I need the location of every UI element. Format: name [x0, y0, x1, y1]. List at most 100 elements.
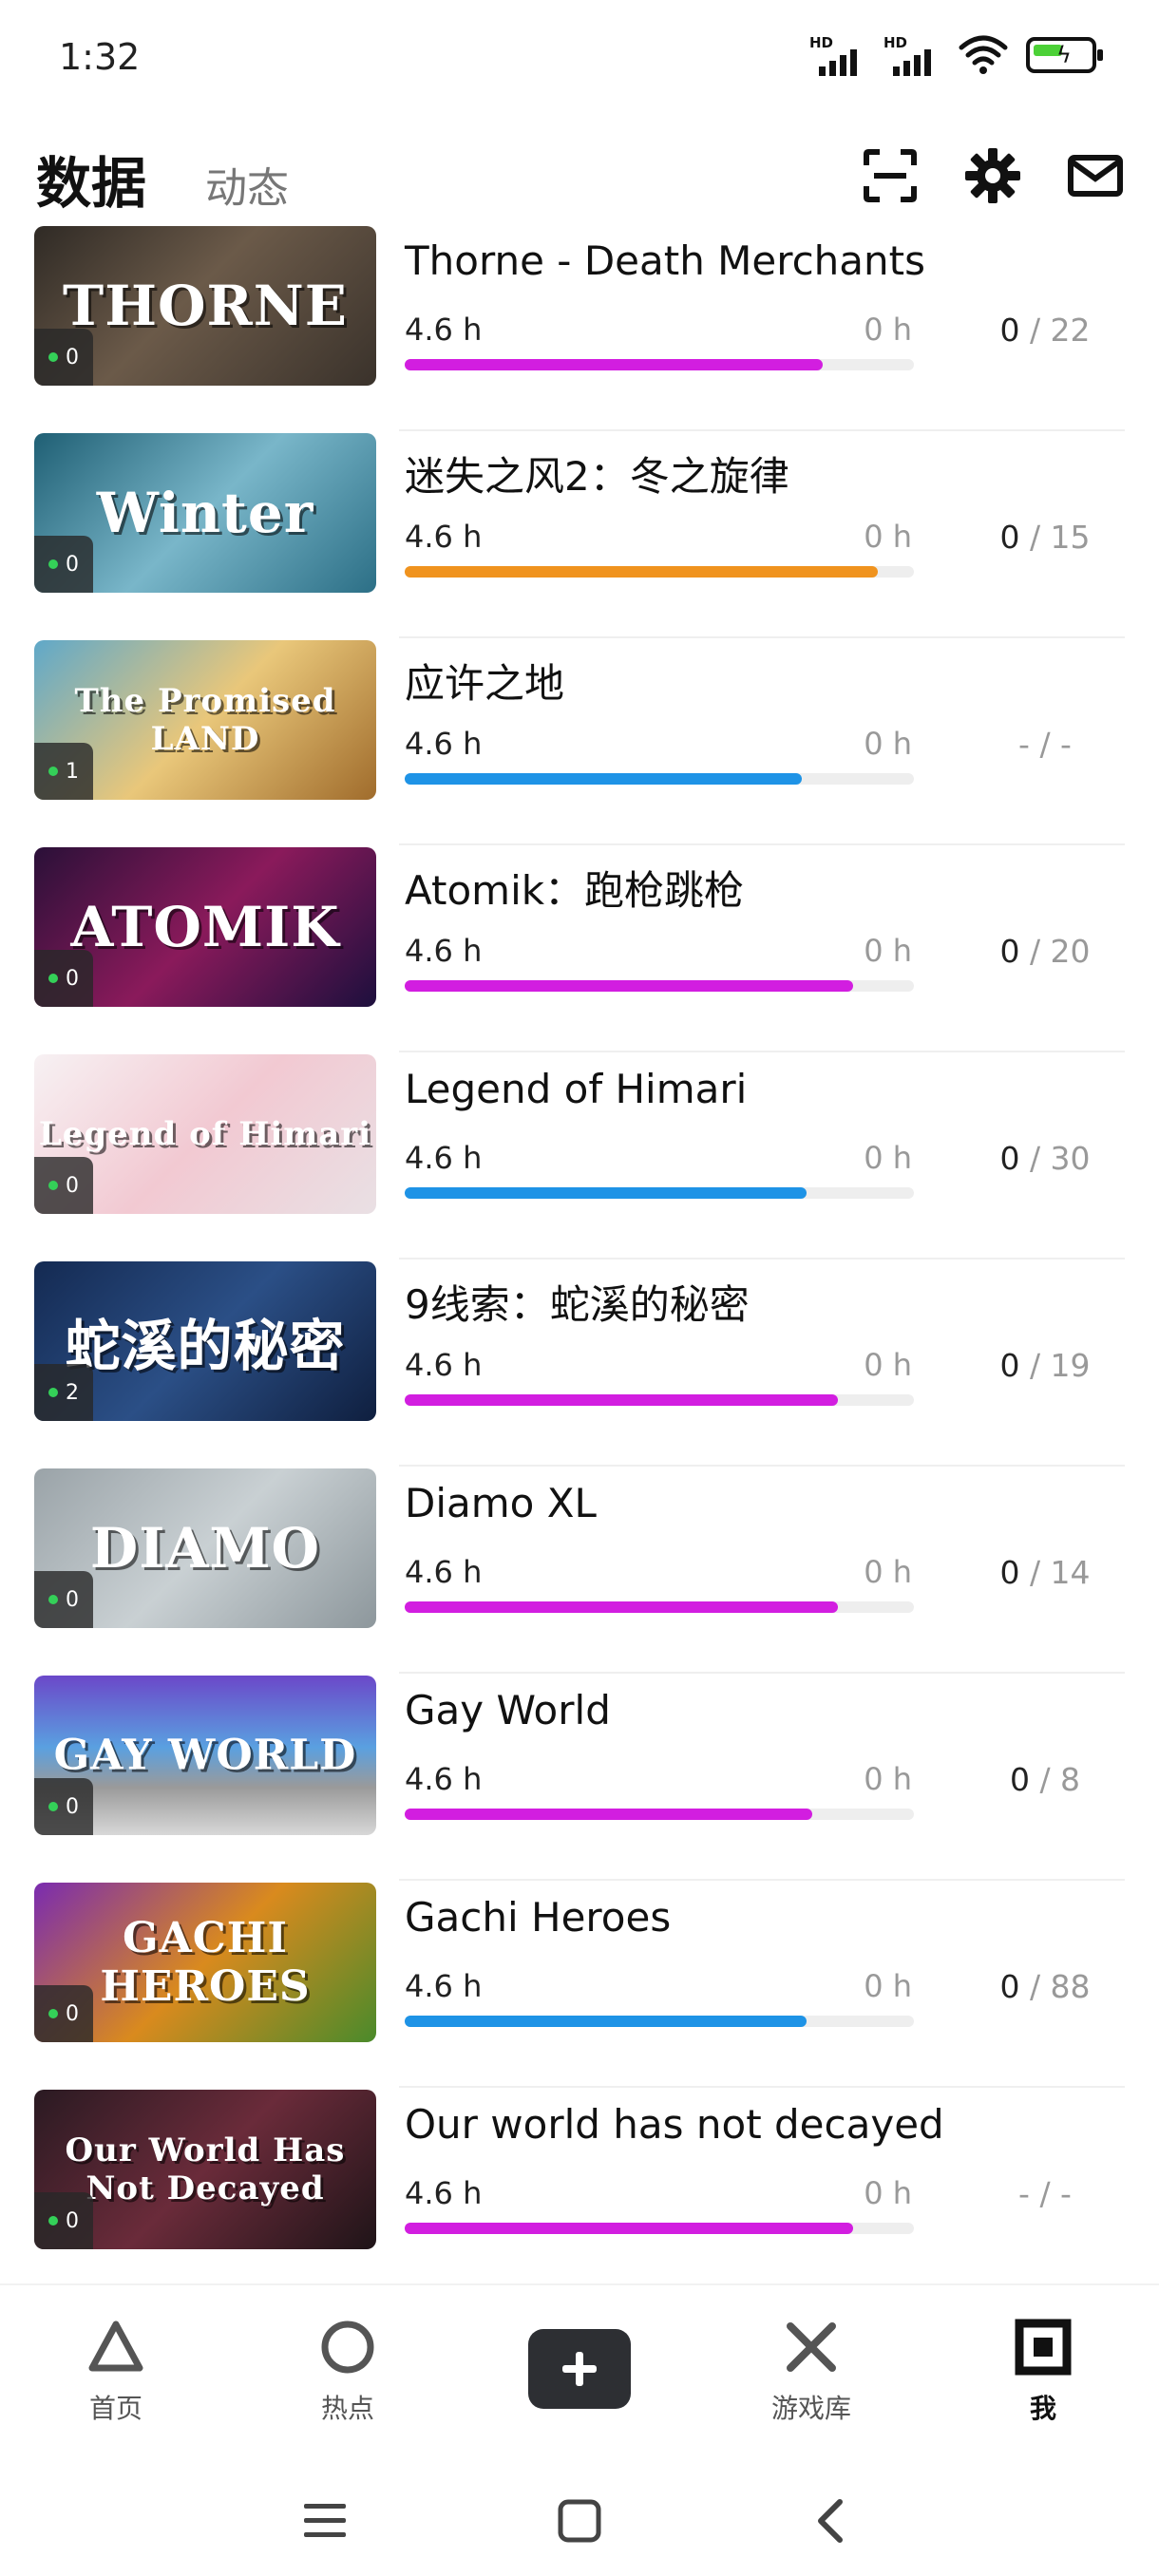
- home-square-icon[interactable]: [551, 2492, 608, 2549]
- achievement-total: / -: [1029, 726, 1072, 763]
- nav-hot[interactable]: 热点: [272, 2316, 424, 2426]
- game-row[interactable]: The Promised LAND 1 应许之地 4.6 h 0 h - / -: [0, 638, 1159, 845]
- playtime-progress-bar: [405, 773, 914, 785]
- game-thumbnail[interactable]: Legend of Himari 0: [34, 1054, 376, 1214]
- status-dot-icon: [48, 767, 58, 776]
- playtime-recent: 0 h: [864, 1347, 912, 1383]
- status-dot-icon: [48, 1802, 58, 1811]
- battery-icon: ϟ: [1026, 37, 1103, 73]
- back-icon[interactable]: [804, 2492, 861, 2549]
- achievement-count: 0 / 20: [960, 933, 1130, 970]
- game-row[interactable]: Legend of Himari 0 Legend of Himari 4.6 …: [0, 1052, 1159, 1260]
- game-title: 9线索：蛇溪的秘密: [405, 1281, 750, 1328]
- badge-count: 0: [66, 345, 79, 369]
- game-row[interactable]: DIAMO 0 Diamo XL 4.6 h 0 h 0 / 14: [0, 1467, 1159, 1674]
- playtime-progress-fill: [405, 2016, 808, 2027]
- playtime-recent: 0 h: [864, 933, 912, 969]
- game-thumbnail[interactable]: Winter 0: [34, 433, 376, 593]
- game-row[interactable]: THORNE 0 Thorne - Death Merchants 4.6 h …: [0, 224, 1159, 431]
- status-bar: 1:32 HD HD ϟ: [0, 0, 1159, 114]
- game-thumbnail[interactable]: THORNE 0: [34, 226, 376, 386]
- mail-icon[interactable]: [1066, 146, 1125, 205]
- nav-me[interactable]: 我: [967, 2316, 1119, 2426]
- achievement-total: / 15: [1019, 519, 1091, 556]
- screenshot-count-badge: 0: [34, 1985, 93, 2042]
- thumbnail-title: Legend of Himari: [38, 1115, 372, 1153]
- scan-icon[interactable]: [861, 146, 920, 205]
- cross-icon: [735, 2316, 887, 2378]
- game-title: Legend of Himari: [405, 1066, 748, 1112]
- achievement-count: - / -: [960, 726, 1130, 763]
- achievement-done: -: [1018, 726, 1030, 763]
- game-row[interactable]: ATOMIK 0 Atomik：跑枪跳枪 4.6 h 0 h 0 / 20: [0, 845, 1159, 1052]
- game-row[interactable]: 蛇溪的秘密 2 9线索：蛇溪的秘密 4.6 h 0 h 0 / 19: [0, 1260, 1159, 1467]
- achievement-count: 0 / 88: [960, 1968, 1130, 2005]
- status-dot-icon: [48, 1595, 58, 1604]
- game-thumbnail[interactable]: Our World Has Not Decayed 0: [34, 2090, 376, 2249]
- gear-icon[interactable]: [963, 146, 1022, 205]
- thumbnail-title: GAY WORLD: [53, 1731, 357, 1780]
- achievement-count: 0 / 19: [960, 1347, 1130, 1384]
- system-nav: [0, 2464, 1159, 2576]
- tab-data[interactable]: 数据: [36, 139, 146, 218]
- playtime-recent: 0 h: [864, 1140, 912, 1176]
- playtime-progress-fill: [405, 1809, 812, 1820]
- screenshot-count-badge: 0: [34, 1157, 93, 1214]
- tab-activity[interactable]: 动态: [205, 154, 289, 215]
- game-row[interactable]: Our World Has Not Decayed 0 Our world ha…: [0, 2088, 1159, 2295]
- nav-home[interactable]: 首页: [40, 2316, 192, 2426]
- achievement-done: 0: [999, 519, 1020, 556]
- game-title: 迷失之风2：冬之旋律: [405, 453, 789, 500]
- header: 数据 动态: [0, 133, 1159, 228]
- add-button[interactable]: [528, 2329, 631, 2409]
- game-title: Atomik：跑枪跳枪: [405, 867, 745, 914]
- badge-count: 2: [66, 1380, 79, 1405]
- playtime-total: 4.6 h: [405, 1761, 483, 1797]
- badge-count: 1: [66, 759, 79, 784]
- playtime-recent: 0 h: [864, 726, 912, 762]
- badge-count: 0: [66, 2208, 79, 2233]
- achievement-count: 0 / 15: [960, 519, 1130, 556]
- achievement-count: - / -: [960, 2175, 1130, 2212]
- game-title: Gachi Heroes: [405, 1894, 672, 1941]
- playtime-total: 4.6 h: [405, 519, 483, 555]
- nav-library[interactable]: 游戏库: [735, 2316, 887, 2426]
- playtime-progress-bar: [405, 2016, 914, 2027]
- game-row[interactable]: Winter 0 迷失之风2：冬之旋律 4.6 h 0 h 0 / 15: [0, 431, 1159, 638]
- playtime-progress-bar: [405, 1601, 914, 1613]
- achievement-done: 0: [999, 1968, 1020, 2005]
- achievement-done: 0: [999, 312, 1020, 349]
- game-thumbnail[interactable]: ATOMIK 0: [34, 847, 376, 1007]
- playtime-progress-bar: [405, 2223, 914, 2234]
- game-thumbnail[interactable]: DIAMO 0: [34, 1468, 376, 1628]
- game-thumbnail[interactable]: GAY WORLD 0: [34, 1676, 376, 1835]
- square-icon: [967, 2316, 1119, 2378]
- screenshot-count-badge: 0: [34, 1571, 93, 1628]
- playtime-total: 4.6 h: [405, 1968, 483, 2004]
- status-dot-icon: [48, 2216, 58, 2226]
- achievement-done: 0: [1009, 1761, 1030, 1798]
- playtime-recent: 0 h: [864, 1554, 912, 1590]
- badge-count: 0: [66, 552, 79, 577]
- achievement-count: 0 / 30: [960, 1140, 1130, 1177]
- playtime-progress-bar: [405, 1187, 914, 1199]
- game-thumbnail[interactable]: The Promised LAND 1: [34, 640, 376, 800]
- signal-icon: HD: [809, 34, 866, 76]
- playtime-progress-bar: [405, 1809, 914, 1820]
- menu-icon[interactable]: [296, 2492, 353, 2549]
- playtime-progress-fill: [405, 359, 823, 370]
- game-row[interactable]: GAY WORLD 0 Gay World 4.6 h 0 h 0 / 8: [0, 1674, 1159, 1881]
- game-row[interactable]: GACHI HEROES 0 Gachi Heroes 4.6 h 0 h 0 …: [0, 1881, 1159, 2088]
- playtime-progress-fill: [405, 1394, 838, 1406]
- game-list: THORNE 0 Thorne - Death Merchants 4.6 h …: [0, 224, 1159, 2295]
- playtime-total: 4.6 h: [405, 933, 483, 969]
- app-screen: 1:32 HD HD ϟ 数据 动态 THORNE 0 Thorne - Dea…: [0, 0, 1159, 2576]
- screenshot-count-badge: 0: [34, 950, 93, 1007]
- achievement-total: / 22: [1019, 312, 1091, 349]
- game-thumbnail[interactable]: GACHI HEROES 0: [34, 1883, 376, 2042]
- screenshot-count-badge: 2: [34, 1364, 93, 1421]
- game-thumbnail[interactable]: 蛇溪的秘密 2: [34, 1261, 376, 1421]
- badge-count: 0: [66, 2001, 79, 2026]
- achievement-done: 0: [999, 1347, 1020, 1384]
- plus-icon: [562, 2352, 597, 2386]
